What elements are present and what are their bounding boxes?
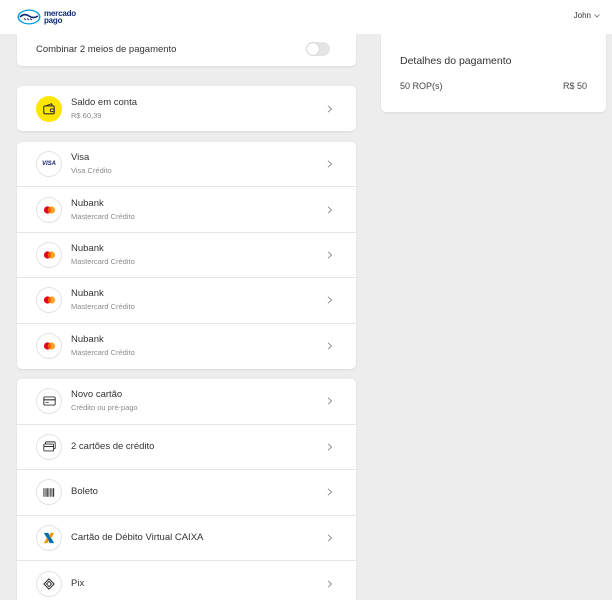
- card-option-nubank-4[interactable]: Nubank Mastercard Crédito: [17, 324, 356, 369]
- toggle-knob: [307, 43, 319, 55]
- card-subtitle: Mastercard Crédito: [71, 211, 135, 221]
- method-text: Cartão de Débito Virtual CAIXA: [71, 532, 203, 544]
- card-text: Visa Visa Crédito: [71, 152, 112, 176]
- card-title: Visa: [71, 152, 90, 164]
- method-option-caixa[interactable]: Cartão de Débito Virtual CAIXA: [17, 516, 356, 561]
- chevron-right-icon: [327, 580, 333, 588]
- card-text: Nubank Mastercard Crédito: [71, 288, 135, 312]
- chevron-right-icon: [327, 397, 333, 405]
- logo-line-2: pago: [44, 16, 63, 25]
- method-option-new-card[interactable]: Novo cartão Crédito ou pré-pago: [17, 379, 356, 425]
- card-title: Nubank: [71, 334, 104, 346]
- balance-amount: R$ 60,39: [71, 110, 102, 120]
- barcode-icon: [36, 479, 62, 506]
- method-title: 2 cartões de crédito: [71, 440, 155, 452]
- balance-card: Saldo em conta R$ 60,39: [17, 86, 356, 131]
- credit-card-icon: [36, 388, 62, 415]
- chevron-right-icon: [327, 342, 333, 350]
- mercado-pago-logo[interactable]: mercado pago: [17, 6, 79, 28]
- chevron-right-icon: [327, 488, 333, 496]
- mastercard-icon: [36, 241, 62, 268]
- balance-title: Saldo em conta: [71, 96, 138, 108]
- handshake-logo-icon: [17, 9, 41, 25]
- payment-details-line: 50 ROP(s) R$ 50: [400, 81, 587, 91]
- method-title: Cartão de Débito Virtual CAIXA: [71, 531, 204, 543]
- card-text: Nubank Mastercard Crédito: [71, 198, 135, 222]
- method-text: Novo cartão Crédito ou pré-pago: [71, 389, 138, 413]
- mastercard-icon: [36, 333, 62, 360]
- method-title: Boleto: [71, 486, 98, 498]
- chevron-right-icon: [327, 443, 333, 451]
- card-option-nubank-3[interactable]: Nubank Mastercard Crédito: [17, 278, 356, 324]
- method-text: 2 cartões de crédito: [71, 441, 154, 453]
- other-methods-card: Novo cartão Crédito ou pré-pago 2 cartõe…: [17, 379, 356, 600]
- payment-item-value: R$ 50: [562, 81, 587, 91]
- method-option-boleto[interactable]: Boleto: [17, 470, 356, 516]
- card-subtitle: Mastercard Crédito: [71, 302, 135, 312]
- mastercard-icon: [36, 196, 62, 223]
- two-cards-icon: [36, 433, 62, 460]
- method-subtitle: Crédito ou pré-pago: [71, 403, 138, 413]
- visa-icon: VISA: [36, 151, 62, 178]
- balance-text: Saldo em conta R$ 60,39: [71, 97, 137, 121]
- method-text: Pix: [71, 578, 84, 590]
- user-name: John: [573, 11, 591, 20]
- method-text: Boleto: [71, 486, 98, 498]
- chevron-right-icon: [327, 104, 333, 113]
- combine-payments-label: Combinar 2 meios de pagamento: [36, 44, 177, 55]
- method-option-pix[interactable]: Pix: [17, 561, 356, 600]
- chevron-right-icon: [327, 534, 333, 542]
- card-title: Nubank: [71, 242, 104, 254]
- chevron-right-icon: [327, 206, 333, 214]
- card-title: Nubank: [71, 197, 104, 209]
- method-title: Pix: [71, 577, 85, 589]
- card-option-visa[interactable]: VISA Visa Visa Crédito: [17, 142, 356, 188]
- chevron-right-icon: [327, 296, 333, 304]
- payment-item-label: 50 ROP(s): [400, 81, 443, 91]
- card-option-nubank-2[interactable]: Nubank Mastercard Crédito: [17, 233, 356, 279]
- card-option-nubank-1[interactable]: Nubank Mastercard Crédito: [17, 187, 356, 233]
- chevron-down-icon: [594, 13, 600, 18]
- pix-icon: [36, 570, 62, 597]
- card-subtitle: Mastercard Crédito: [71, 256, 135, 266]
- chevron-right-icon: [327, 160, 333, 168]
- top-bar: mercado pago John: [0, 0, 612, 34]
- card-title: Nubank: [71, 288, 104, 300]
- card-text: Nubank Mastercard Crédito: [71, 334, 135, 358]
- caixa-icon: [36, 524, 62, 551]
- combine-payments-toggle[interactable]: [306, 42, 330, 56]
- user-menu[interactable]: John: [574, 11, 600, 20]
- logo-wordmark: mercado pago: [44, 9, 76, 25]
- card-subtitle: Mastercard Crédito: [71, 348, 135, 358]
- method-option-two-cards[interactable]: 2 cartões de crédito: [17, 425, 356, 470]
- mastercard-icon: [36, 287, 62, 314]
- payment-details-card: Detalhes do pagamento 50 ROP(s) R$ 50: [381, 34, 606, 112]
- card-text: Nubank Mastercard Crédito: [71, 243, 135, 267]
- chevron-right-icon: [327, 251, 333, 259]
- saved-cards-card: VISA Visa Visa Crédito Nubank Mastercard…: [17, 142, 356, 369]
- method-title: Novo cartão: [71, 389, 123, 401]
- balance-option[interactable]: Saldo em conta R$ 60,39: [17, 86, 356, 131]
- payment-details-title: Detalhes do pagamento: [400, 55, 512, 67]
- card-subtitle: Visa Crédito: [71, 166, 112, 176]
- wallet-icon: [36, 95, 62, 122]
- combine-payments-card: Combinar 2 meios de pagamento: [17, 34, 356, 66]
- visa-icon-text: VISA: [41, 161, 56, 168]
